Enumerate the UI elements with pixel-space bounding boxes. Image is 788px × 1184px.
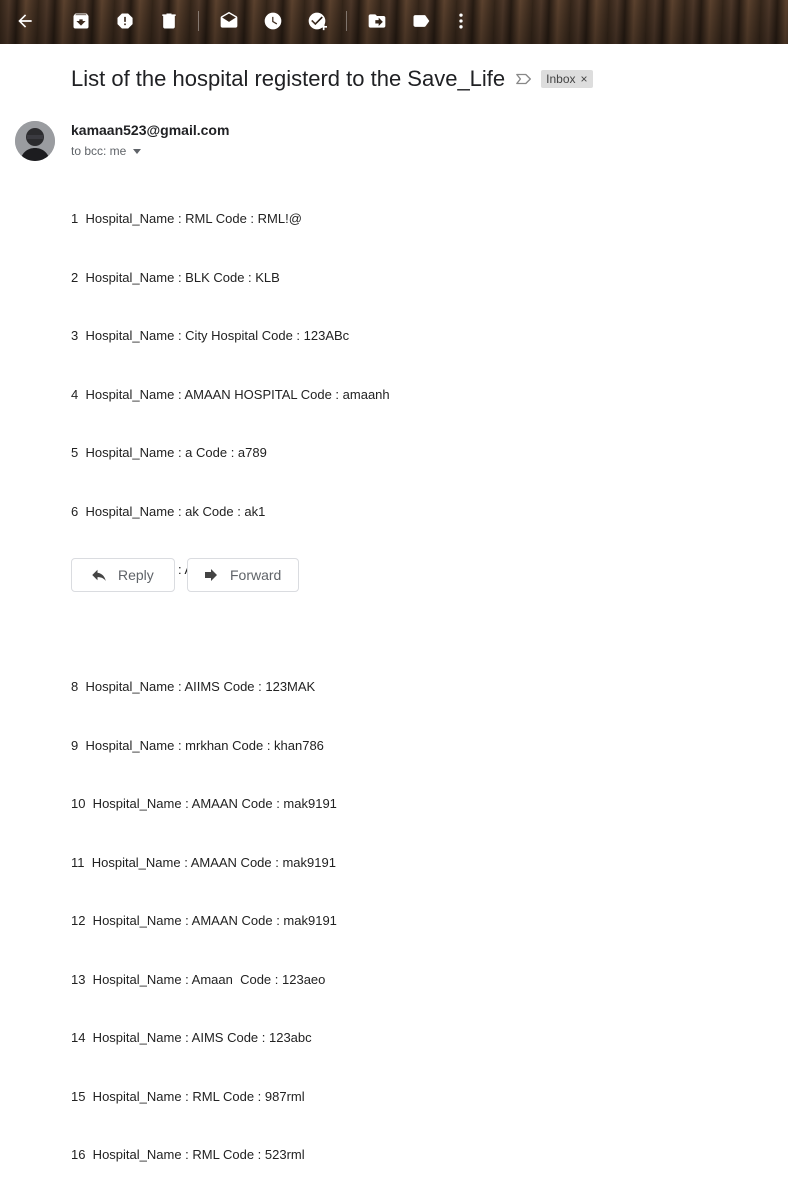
labels-icon[interactable] xyxy=(410,10,432,32)
toolbar-divider xyxy=(198,11,199,31)
body-line: 15 Hospital_Name : RML Code : 987rml xyxy=(71,1088,305,1104)
important-marker-icon[interactable] xyxy=(515,72,533,86)
delete-icon[interactable] xyxy=(158,10,180,32)
reply-label: Reply xyxy=(118,567,154,583)
back-arrow-icon[interactable] xyxy=(14,10,36,32)
move-to-icon[interactable] xyxy=(366,10,388,32)
mark-unread-icon[interactable] xyxy=(218,10,240,32)
body-line: 3 Hospital_Name : City Hospital Code : 1… xyxy=(71,328,350,343)
more-options-icon[interactable] xyxy=(450,10,472,32)
subject-row: List of the hospital registerd to the Sa… xyxy=(71,64,593,94)
remove-label-icon[interactable]: × xyxy=(581,72,588,86)
message-body: 1 Hospital_Name : RML Code : RML!@ 2 Hos… xyxy=(71,170,390,1184)
toolbar xyxy=(0,0,788,44)
body-line: 8 Hospital_Name : AIIMS Code : 123MAK xyxy=(71,679,316,694)
body-line: 6 Hospital_Name : ak Code : ak1 xyxy=(71,503,266,519)
body-line: 9 Hospital_Name : mrkhan Code : khan786 xyxy=(71,737,324,753)
body-line: 5 Hospital_Name : a Code : a789 xyxy=(71,445,267,460)
email-subject: List of the hospital registerd to the Sa… xyxy=(71,66,506,91)
body-line: 14 Hospital_Name : AIMS Code : 123abc xyxy=(71,1030,312,1045)
body-line: 11 Hospital_Name : AMAAN Code : mak9191 xyxy=(71,854,336,870)
body-line: 10 Hospital_Name : AMAAN Code : mak9191 xyxy=(71,796,337,811)
body-line: 1 Hospital_Name : RML Code : RML!@ xyxy=(71,211,302,226)
add-to-tasks-icon[interactable] xyxy=(306,10,328,32)
body-line: 4 Hospital_Name : AMAAN HOSPITAL Code : … xyxy=(71,386,390,402)
inbox-label-chip: Inbox × xyxy=(541,70,593,88)
recipients-text: to bcc: me xyxy=(71,144,127,158)
forward-label: Forward xyxy=(230,567,282,583)
body-line: 16 Hospital_Name : RML Code : 523rml xyxy=(71,1147,305,1162)
sender-email: kamaan523@gmail.com xyxy=(71,122,230,138)
reply-button[interactable]: Reply xyxy=(71,558,175,592)
show-details-icon[interactable] xyxy=(133,148,142,154)
sender-avatar[interactable] xyxy=(15,121,55,161)
toolbar-divider xyxy=(346,11,347,31)
archive-icon[interactable] xyxy=(70,10,92,32)
reply-icon xyxy=(92,569,106,581)
body-line: 12 Hospital_Name : AMAAN Code : mak9191 xyxy=(71,913,337,928)
inbox-label-text: Inbox xyxy=(546,72,576,86)
recipients-line: to bcc: me xyxy=(71,144,142,158)
snooze-icon[interactable] xyxy=(262,10,284,32)
body-line: 2 Hospital_Name : BLK Code : KLB xyxy=(71,269,280,285)
report-spam-icon[interactable] xyxy=(114,10,136,32)
forward-icon xyxy=(205,569,217,581)
body-line xyxy=(71,619,390,639)
forward-button[interactable]: Forward xyxy=(187,558,299,592)
body-line: 13 Hospital_Name : Amaan Code : 123aeo xyxy=(71,971,326,987)
